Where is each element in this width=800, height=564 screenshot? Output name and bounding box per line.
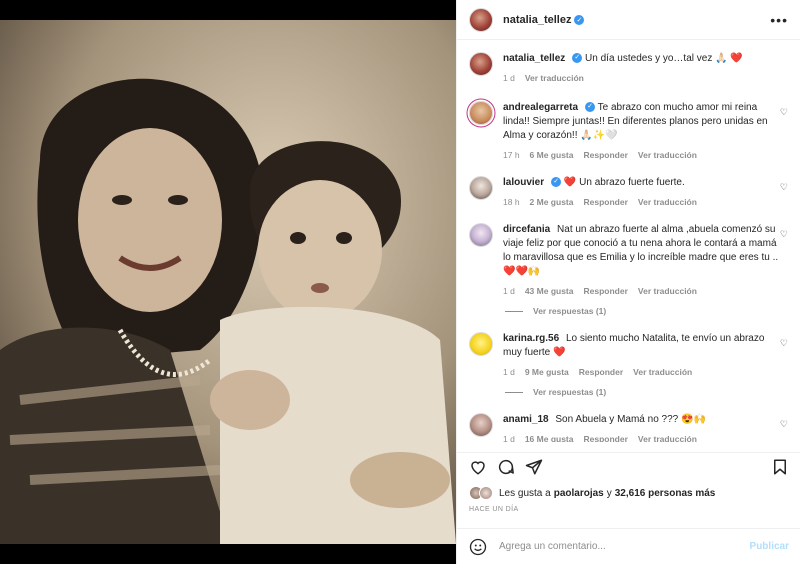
replies-divider (505, 391, 523, 393)
liker-username[interactable]: paolarojas (554, 488, 604, 499)
see-translation-link[interactable]: Ver traducción (638, 195, 697, 209)
comment-time[interactable]: 1 d (503, 432, 515, 442)
bookmark-icon[interactable] (771, 458, 789, 476)
more-icon[interactable]: ••• (770, 13, 788, 27)
verified-icon: ✓ (572, 53, 583, 64)
commenter-avatar[interactable] (469, 413, 493, 437)
see-translation-link[interactable]: Ver traducción (638, 148, 697, 162)
reply-button[interactable]: Responder (583, 195, 627, 209)
see-translation-link[interactable]: Ver traducción (525, 71, 584, 85)
view-replies-label: Ver respuestas (1) (533, 387, 607, 397)
likes-connector: y (606, 487, 612, 499)
comment-like-heart-icon[interactable]: ♡ (780, 419, 788, 430)
reply-button[interactable]: Responder (579, 365, 623, 379)
commenter-avatar[interactable] (469, 332, 493, 356)
author-avatar[interactable] (469, 7, 493, 32)
liker-avatars (469, 486, 497, 500)
post-caption: natalia_tellez ✓ Un día ustedes y yo…tal … (469, 52, 788, 85)
reply-button[interactable]: Responder (583, 148, 627, 162)
post-media-pane (0, 0, 456, 564)
heart-icon[interactable] (469, 458, 487, 476)
commenter-avatar[interactable] (469, 176, 493, 200)
comment-item: anami_18 Son Abuela y Mamá no ??? 😍🙌 1 d… (469, 413, 788, 442)
publish-button[interactable]: Publicar (750, 541, 789, 552)
share-icon[interactable] (525, 458, 543, 476)
post-actions-bar (457, 452, 800, 476)
comment-likes[interactable]: 9 Me gusta (525, 365, 569, 379)
commenter-avatar[interactable] (469, 101, 493, 125)
verified-icon: ✓ (574, 14, 585, 25)
comment-like-heart-icon[interactable]: ♡ (780, 107, 788, 118)
likes-summary[interactable]: Les gusta a paolarojas y 32,616 personas… (469, 486, 718, 500)
post-details-panel: natalia_tellez ✓ ••• natalia_tellez ✓ Un … (456, 0, 800, 564)
see-translation-link[interactable]: Ver traducción (638, 432, 697, 442)
comment-likes[interactable]: 6 Me gusta (530, 148, 574, 162)
comment-input[interactable] (499, 541, 750, 552)
comment-time[interactable]: 17 h (503, 148, 520, 162)
view-replies-button[interactable]: Ver respuestas (1) (505, 387, 788, 397)
commenter-username[interactable]: anami_18 (503, 414, 549, 425)
comment-text: ❤️ Un abrazo fuerte fuerte. (563, 177, 685, 188)
commenter-username[interactable]: andrealegarreta (503, 102, 578, 113)
comment-likes[interactable]: 16 Me gusta (525, 432, 574, 442)
view-replies-button[interactable]: Ver respuestas (1) (505, 306, 788, 316)
comment-time[interactable]: 1 d (503, 365, 515, 379)
author-username[interactable]: natalia_tellez (503, 14, 571, 26)
comment-item: lalouvier ✓ ❤️ Un abrazo fuerte fuerte. 1… (469, 176, 788, 209)
reply-button[interactable]: Responder (583, 432, 627, 442)
caption-text: Un día ustedes y yo…tal vez 🙏🏻 ❤️ (585, 53, 743, 64)
add-comment-bar: Publicar (457, 528, 800, 564)
commenter-username[interactable]: karina.rg.56 (503, 333, 559, 344)
verified-icon: ✓ (585, 102, 596, 113)
commenter-avatar[interactable] (469, 223, 493, 247)
emoji-icon[interactable] (469, 538, 487, 556)
commenter-username[interactable]: dircefania (503, 224, 550, 235)
comment-like-heart-icon[interactable]: ♡ (780, 338, 788, 349)
comment-icon[interactable] (497, 458, 515, 476)
post-header: natalia_tellez ✓ ••• (457, 0, 800, 40)
see-translation-link[interactable]: Ver traducción (638, 284, 697, 298)
caption-username[interactable]: natalia_tellez (503, 53, 565, 64)
likes-count[interactable]: 32,616 personas más (615, 488, 716, 499)
comment-like-heart-icon[interactable]: ♡ (780, 182, 788, 193)
replies-divider (505, 310, 523, 312)
comment-like-heart-icon[interactable]: ♡ (780, 229, 788, 240)
comment-time[interactable]: 18 h (503, 195, 520, 209)
likes-prefix: Les gusta a (499, 487, 551, 499)
verified-icon: ✓ (551, 177, 562, 188)
caption-time[interactable]: 1 d (503, 71, 515, 85)
view-replies-label: Ver respuestas (1) (533, 306, 607, 316)
comment-item: karina.rg.56 Lo siento mucho Natalita, t… (469, 332, 788, 379)
comment-time[interactable]: 1 d (503, 284, 515, 298)
comments-list[interactable]: natalia_tellez ✓ Un día ustedes y yo…tal … (457, 40, 800, 442)
reply-button[interactable]: Responder (583, 284, 627, 298)
see-translation-link[interactable]: Ver traducción (633, 365, 692, 379)
comment-item: andrealegarreta ✓ Te abrazo con mucho amo… (469, 101, 788, 162)
vintage-photo-illustration (0, 20, 456, 544)
commenter-username[interactable]: lalouvier (503, 177, 544, 188)
post-photo[interactable] (0, 20, 456, 544)
comment-item: dircefania Nat un abrazo fuerte al alma … (469, 223, 788, 298)
comment-likes[interactable]: 43 Me gusta (525, 284, 574, 298)
comment-text: Son Abuela y Mamá no ??? 😍🙌 (555, 414, 706, 425)
comment-likes[interactable]: 2 Me gusta (530, 195, 574, 209)
post-time-ago[interactable]: HACE UN DÍA (469, 506, 519, 513)
author-avatar[interactable] (469, 52, 493, 76)
